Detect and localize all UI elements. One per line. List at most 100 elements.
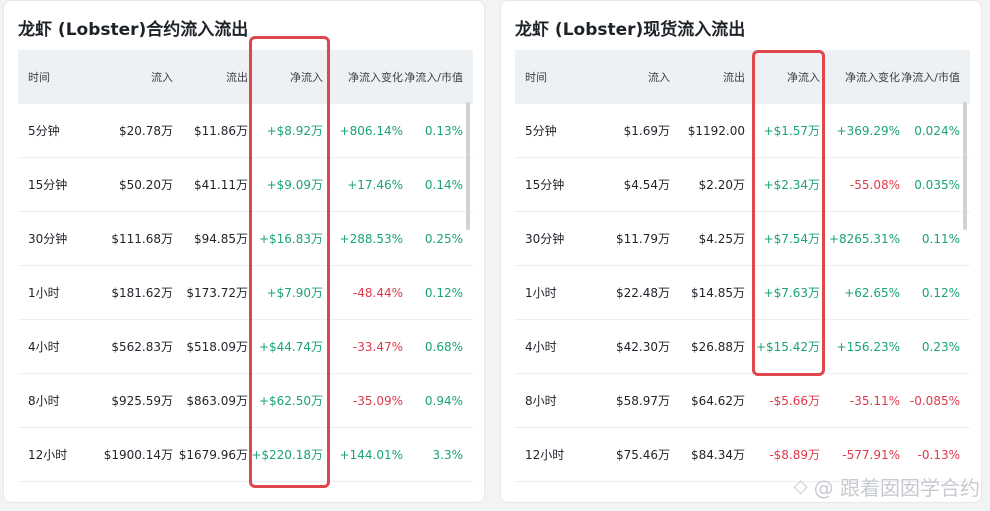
header-outflow: 流出 bbox=[226, 71, 248, 84]
cell-net-inflow: +$8.92万 bbox=[266, 124, 323, 138]
cell-net-inflow: +$44.74万 bbox=[258, 340, 323, 354]
cell-net-inflow: +$220.18万 bbox=[251, 448, 323, 462]
cell-time: 8小时 bbox=[28, 394, 60, 408]
cell-net-mcap: 0.035% bbox=[914, 177, 960, 192]
cell-inflow: $1.69万 bbox=[623, 124, 670, 138]
cell-outflow: $1679.96万 bbox=[178, 448, 248, 462]
cell-outflow: $64.62万 bbox=[691, 394, 745, 408]
cell-net-mcap: -0.13% bbox=[917, 447, 960, 462]
cell-time: 4小时 bbox=[525, 340, 557, 354]
cell-inflow: $4.54万 bbox=[623, 178, 670, 192]
cell-net-change: +62.65% bbox=[844, 285, 900, 300]
cell-net-inflow: +$2.34万 bbox=[763, 178, 820, 192]
table-row: 8小时 $58.97万 $64.62万 -$5.66万 -35.11% -0.085% bbox=[515, 374, 970, 428]
cell-net-inflow: +$7.90万 bbox=[266, 286, 323, 300]
cell-time: 15分钟 bbox=[28, 178, 68, 192]
cell-outflow: $4.25万 bbox=[698, 232, 745, 246]
cell-outflow: $14.85万 bbox=[691, 286, 745, 300]
cell-outflow: $26.88万 bbox=[691, 340, 745, 354]
cell-inflow: $22.48万 bbox=[616, 286, 670, 300]
table-header: 时间 流入 流出 净流入 净流入变化 净流入/市值 bbox=[515, 50, 970, 104]
header-net-mcap: 净流入/市值 bbox=[404, 71, 463, 84]
table-scrollbar[interactable] bbox=[963, 102, 967, 230]
cell-outflow: $11.86万 bbox=[194, 124, 248, 138]
table-row: 1小时 $22.48万 $14.85万 +$7.63万 +62.65% 0.12% bbox=[515, 266, 970, 320]
cell-net-inflow: +$16.83万 bbox=[258, 232, 323, 246]
cell-time: 5分钟 bbox=[525, 124, 557, 138]
cell-outflow: $1192.00 bbox=[687, 123, 745, 138]
cell-inflow: $11.79万 bbox=[616, 232, 670, 246]
table-row: 5分钟 $20.78万 $11.86万 +$8.92万 +806.14% 0.13% bbox=[18, 104, 473, 158]
spot-flow-table: 时间 流入 流出 净流入 净流入变化 净流入/市值 5分钟 $1.69万 $1192… bbox=[515, 50, 970, 482]
watermark-text: @ 跟着囡囡学合约 bbox=[813, 476, 980, 500]
cell-inflow: $20.78万 bbox=[119, 124, 173, 138]
cell-net-change: -55.08% bbox=[849, 177, 900, 192]
cell-inflow: $42.30万 bbox=[616, 340, 670, 354]
cell-net-inflow: +$1.57万 bbox=[763, 124, 820, 138]
cell-net-inflow: -$5.66万 bbox=[769, 394, 820, 408]
cell-net-change: -577.91% bbox=[842, 447, 900, 462]
cell-net-mcap: -0.085% bbox=[909, 393, 960, 408]
header-net-change: 净流入变化 bbox=[845, 71, 900, 84]
cell-inflow: $111.68万 bbox=[111, 232, 173, 246]
cell-net-mcap: 3.3% bbox=[432, 447, 464, 462]
cell-net-inflow: +$7.63万 bbox=[763, 286, 820, 300]
cell-time: 12小时 bbox=[525, 448, 565, 462]
cell-outflow: $41.11万 bbox=[194, 178, 248, 192]
contract-flow-table: 时间 流入 流出 净流入 净流入变化 净流入/市值 5分钟 $20.78万 $11.… bbox=[18, 50, 473, 482]
table-row: 4小时 $42.30万 $26.88万 +$15.42万 +156.23% 0.23% bbox=[515, 320, 970, 374]
cell-outflow: $173.72万 bbox=[186, 286, 248, 300]
cell-net-inflow: +$9.09万 bbox=[266, 178, 323, 192]
cell-inflow: $925.59万 bbox=[111, 394, 173, 408]
contract-flow-panel: 龙虾 (Lobster)合约流入流出 时间 流入 流出 净流入 净流入变化 净流… bbox=[3, 0, 485, 503]
table-row: 15分钟 $50.20万 $41.11万 +$9.09万 +17.46% 0.14% bbox=[18, 158, 473, 212]
cell-net-mcap: 0.024% bbox=[914, 123, 960, 138]
table-row: 30分钟 $111.68万 $94.85万 +$16.83万 +288.53% 0.25% bbox=[18, 212, 473, 266]
panel-title: 龙虾 (Lobster)现货流入流出 bbox=[515, 20, 746, 40]
cell-outflow: $84.34万 bbox=[691, 448, 745, 462]
cell-time: 1小时 bbox=[525, 286, 557, 300]
cell-net-change: +17.46% bbox=[347, 177, 403, 192]
cell-inflow: $1900.14万 bbox=[103, 448, 173, 462]
cell-net-change: +806.14% bbox=[339, 123, 403, 138]
cell-time: 12小时 bbox=[28, 448, 68, 462]
panel-title: 龙虾 (Lobster)合约流入流出 bbox=[18, 20, 249, 40]
cell-net-mcap: 0.94% bbox=[424, 393, 463, 408]
header-inflow: 流入 bbox=[648, 71, 670, 84]
cell-net-mcap: 0.68% bbox=[424, 339, 463, 354]
cell-net-change: -35.11% bbox=[849, 393, 900, 408]
cell-net-change: -33.47% bbox=[352, 339, 403, 354]
cell-outflow: $518.09万 bbox=[186, 340, 248, 354]
cell-net-mcap: 0.11% bbox=[921, 231, 960, 246]
cell-net-mcap: 0.23% bbox=[921, 339, 960, 354]
cell-net-inflow: +$15.42万 bbox=[755, 340, 820, 354]
cell-time: 5分钟 bbox=[28, 124, 60, 138]
cell-inflow: $181.62万 bbox=[111, 286, 173, 300]
table-row: 1小时 $181.62万 $173.72万 +$7.90万 -48.44% 0.12% bbox=[18, 266, 473, 320]
cell-net-change: -35.09% bbox=[352, 393, 403, 408]
header-net-change: 净流入变化 bbox=[348, 71, 403, 84]
table-row: 12小时 $1900.14万 $1679.96万 +$220.18万 +144.01% 3… bbox=[18, 428, 473, 482]
table-row: 30分钟 $11.79万 $4.25万 +$7.54万 +8265.31% 0.11% bbox=[515, 212, 970, 266]
table-scrollbar[interactable] bbox=[466, 102, 470, 230]
cell-net-change: +8265.31% bbox=[828, 231, 900, 246]
header-time: 时间 bbox=[525, 71, 547, 84]
header-outflow: 流出 bbox=[723, 71, 745, 84]
table-row: 5分钟 $1.69万 $1192.00 +$1.57万 +369.29% 0.024% bbox=[515, 104, 970, 158]
diamond-logo-icon: ◇ bbox=[793, 476, 808, 497]
cell-net-inflow: -$8.89万 bbox=[769, 448, 820, 462]
cell-time: 30分钟 bbox=[525, 232, 565, 246]
cell-inflow: $562.83万 bbox=[111, 340, 173, 354]
cell-net-inflow: +$7.54万 bbox=[763, 232, 820, 246]
cell-net-mcap: 0.13% bbox=[424, 123, 463, 138]
cell-net-mcap: 0.14% bbox=[424, 177, 463, 192]
cell-net-change: +288.53% bbox=[339, 231, 403, 246]
spot-flow-panel: 龙虾 (Lobster)现货流入流出 时间 流入 流出 净流入 净流入变化 净流… bbox=[500, 0, 982, 503]
cell-outflow: $94.85万 bbox=[194, 232, 248, 246]
header-inflow: 流入 bbox=[151, 71, 173, 84]
header-net-inflow: 净流入 bbox=[787, 71, 820, 84]
header-net-mcap: 净流入/市值 bbox=[901, 71, 960, 84]
header-net-inflow: 净流入 bbox=[290, 71, 323, 84]
header-time: 时间 bbox=[28, 71, 50, 84]
table-row: 4小时 $562.83万 $518.09万 +$44.74万 -33.47% 0.68% bbox=[18, 320, 473, 374]
